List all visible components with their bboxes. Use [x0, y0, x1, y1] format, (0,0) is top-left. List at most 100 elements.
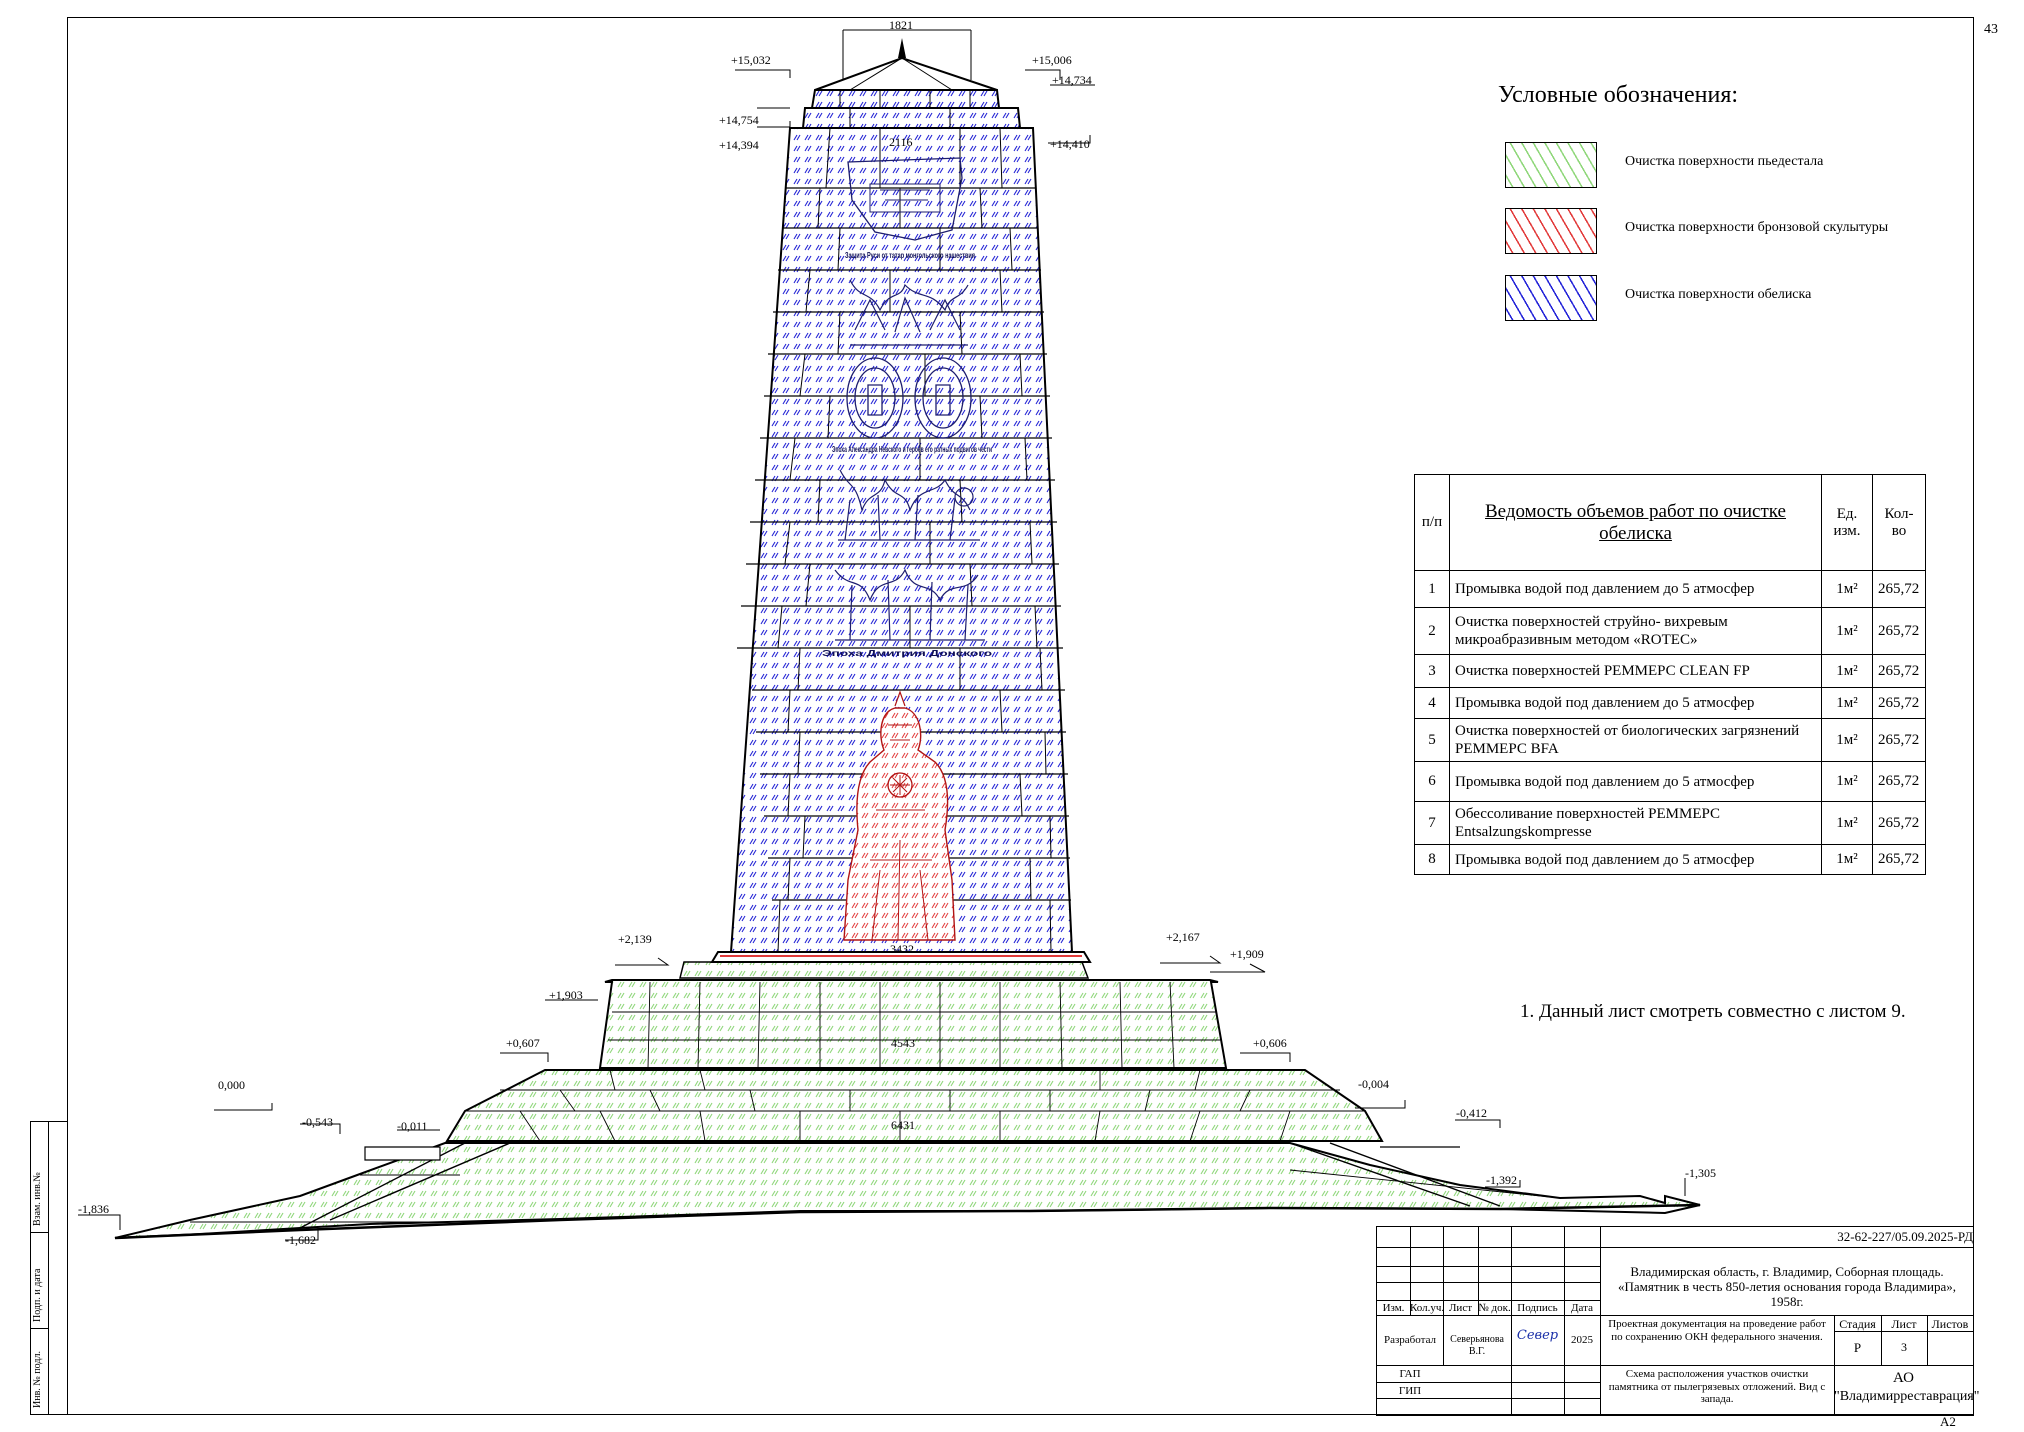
obelisk-inscription: Защита Руси от татар монгольского нашест…	[845, 251, 975, 260]
table-row: 7 Обессоливание поверхностей РЕММЕРС Ent…	[1414, 801, 1926, 845]
row-num: 1	[1414, 570, 1450, 608]
row-name: Очистка поверхностей РЕММЕРС CLEAN FP	[1449, 654, 1822, 688]
col-header: Лист	[1448, 1302, 1473, 1314]
col-header: Изм.	[1382, 1302, 1405, 1314]
elev-label: +1,909	[1230, 947, 1264, 961]
dim-upper-width: 2116	[889, 135, 913, 149]
elev-label: -1,682	[285, 1233, 316, 1247]
table-row: 1 Промывка водой под давлением до 5 атмо…	[1414, 570, 1926, 608]
elev-label: +0,607	[506, 1036, 540, 1050]
table-row: 8 Промывка водой под давлением до 5 атмо…	[1414, 844, 1926, 875]
org-line1: АО	[1893, 1370, 1914, 1386]
developer-name: Северьянова В.Г.	[1450, 1334, 1504, 1357]
elev-label: +15,006	[1032, 53, 1072, 67]
col-header: № док.	[1478, 1302, 1511, 1314]
object-name: Владимирская область, г. Владимир, Собор…	[1617, 1264, 1957, 1309]
row-unit: 1м²	[1821, 718, 1873, 762]
row-name: Обессоливание поверхностей РЕММЕРС Entsa…	[1449, 801, 1822, 845]
elev-label: +0,606	[1253, 1036, 1287, 1050]
ground-slope	[114, 1142, 1701, 1240]
header-title: Ведомость объемов работ по очистке обели…	[1449, 474, 1822, 571]
sheet-title: Схема расположения участков очистки памя…	[1608, 1368, 1826, 1406]
obelisk-inscription: Эпоха Александра Невского и героев его р…	[832, 445, 992, 454]
table-row: 3 Очистка поверхностей РЕММЕРС CLEAN FP …	[1414, 654, 1926, 688]
role-gip: ГИП	[1398, 1385, 1422, 1397]
legend-title: Условные обозначения:	[1498, 82, 1739, 108]
role-gap: ГАП	[1399, 1368, 1421, 1380]
stage-value: Р	[1853, 1340, 1862, 1355]
table-row: 2 Очистка поверхностей струйно- вихревым…	[1414, 607, 1926, 655]
elev-label: +2,167	[1166, 930, 1200, 944]
elev-label: -0,412	[1456, 1106, 1487, 1120]
row-qty: 265,72	[1872, 687, 1926, 719]
row-num: 4	[1414, 687, 1450, 719]
legend-label: Очистка поверхности обелиска	[1625, 287, 1812, 302]
elev-label: +15,032	[731, 53, 771, 67]
sheet-label: Лист	[1891, 1317, 1917, 1331]
dim-pedestal-width: 4543	[891, 1036, 915, 1050]
works-table: п/п Ведомость объемов работ по очистке о…	[1414, 474, 1926, 875]
row-unit: 1м²	[1821, 570, 1873, 608]
doc-description: Проектная документация на проведение раб…	[1608, 1318, 1826, 1343]
row-qty: 265,72	[1872, 801, 1926, 845]
col-header: Подпись	[1517, 1302, 1558, 1314]
row-unit: 1м²	[1821, 844, 1873, 875]
legend-swatch-red	[1505, 208, 1597, 254]
elev-label: 0,000	[218, 1078, 245, 1092]
row-num: 5	[1414, 718, 1450, 762]
elev-label: -0,004	[1358, 1077, 1389, 1091]
row-num: 3	[1414, 654, 1450, 688]
row-num: 6	[1414, 761, 1450, 802]
doc-code: 32-62-227/05.09.2025-РД	[1837, 1229, 1973, 1244]
dim-platform-width: 6431	[891, 1118, 915, 1132]
row-name: Промывка водой под давлением до 5 атмосф…	[1449, 844, 1822, 875]
obelisk-cap	[801, 38, 1022, 129]
row-name: Очистка поверхностей от биологических за…	[1449, 718, 1822, 762]
elev-label: -1,392	[1486, 1173, 1517, 1187]
header-num: п/п	[1414, 474, 1450, 571]
legend-swatch-green	[1505, 142, 1597, 188]
elev-label: +1,903	[549, 988, 583, 1002]
org-line2: "Владимирреставрация"	[1834, 1389, 1980, 1404]
table-row: 4 Промывка водой под давлением до 5 атмо…	[1414, 687, 1926, 719]
header-qty: Кол-во	[1872, 474, 1926, 571]
elev-label: +2,139	[618, 932, 652, 946]
table-header-row: п/п Ведомость объемов работ по очистке о…	[1414, 474, 1926, 571]
row-name: Очистка поверхностей струйно- вихревым м…	[1449, 607, 1822, 655]
legend-label: Очистка поверхности пьедестала	[1625, 154, 1824, 169]
dev-year: 2025	[1571, 1334, 1593, 1346]
row-unit: 1м²	[1821, 801, 1873, 845]
row-num: 7	[1414, 801, 1450, 845]
col-header: Кол.уч.	[1410, 1302, 1445, 1314]
row-unit: 1м²	[1821, 761, 1873, 802]
elev-label: -1,836	[78, 1202, 109, 1216]
legend-label: Очистка поверхности бронзовой скулытуры	[1625, 220, 1889, 235]
sheet-note: 1. Данный лист смотреть совместно с лист…	[1520, 1001, 1906, 1022]
row-unit: 1м²	[1821, 607, 1873, 655]
signature: Север	[1516, 1328, 1559, 1343]
row-qty: 265,72	[1872, 844, 1926, 875]
row-qty: 265,72	[1872, 761, 1926, 802]
row-num: 8	[1414, 844, 1450, 875]
row-name: Промывка водой под давлением до 5 атмосф…	[1449, 687, 1822, 719]
sheets-label: Листов	[1931, 1317, 1969, 1331]
table-row: 5 Очистка поверхностей от биологических …	[1414, 718, 1926, 762]
row-unit: 1м²	[1821, 687, 1873, 719]
title-block: Изм. Кол.уч. Лист № док. Подпись Дата Ра…	[1376, 1226, 1980, 1416]
row-name: Промывка водой под давлением до 5 атмосф…	[1449, 761, 1822, 802]
elev-label: -0,543	[302, 1115, 333, 1129]
elev-label: -1,305	[1685, 1166, 1716, 1180]
row-unit: 1м²	[1821, 654, 1873, 688]
table-row: 6 Промывка водой под давлением до 5 атмо…	[1414, 761, 1926, 802]
legend-swatch-blue	[1505, 275, 1597, 321]
row-qty: 265,72	[1872, 607, 1926, 655]
elev-label: +14,410	[1050, 137, 1090, 151]
header-unit: Ед. изм.	[1821, 474, 1873, 571]
row-name: Промывка водой под давлением до 5 атмосф…	[1449, 570, 1822, 608]
stage-label: Стадия	[1839, 1317, 1876, 1331]
row-qty: 265,72	[1872, 570, 1926, 608]
pedestal	[598, 961, 1228, 1069]
role-developer: Разработал	[1383, 1334, 1437, 1346]
row-qty: 265,72	[1872, 654, 1926, 688]
row-num: 2	[1414, 607, 1450, 655]
